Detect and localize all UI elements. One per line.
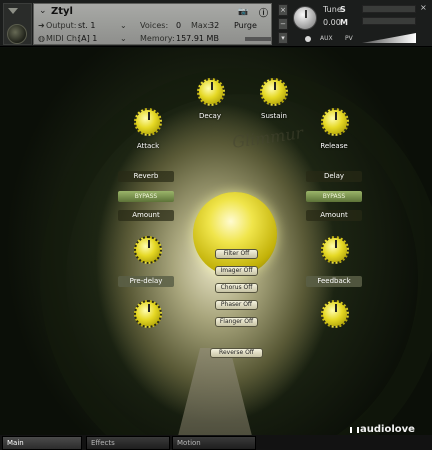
delay-title: Delay: [306, 171, 362, 182]
output-dropdown-icon[interactable]: ⌄: [120, 21, 127, 30]
close-icon[interactable]: ×: [420, 3, 427, 12]
reverb-amount-knob[interactable]: [134, 236, 162, 264]
release-knob[interactable]: [321, 108, 349, 136]
sustain-knob[interactable]: [260, 78, 288, 106]
memory-bar: [245, 37, 271, 41]
tune-label: Tune: [323, 5, 342, 14]
delay-amount-knob[interactable]: [321, 236, 349, 264]
chevron-down-icon[interactable]: ⌄: [39, 6, 47, 16]
memory-value: 157.91 MB: [176, 34, 219, 43]
midi-label: MIDI Ch:: [46, 34, 80, 43]
audiolove-watermark: audiolove: [350, 424, 415, 435]
attack-knob[interactable]: [134, 108, 162, 136]
voices-value: 0: [176, 21, 182, 30]
feedback-knob[interactable]: [321, 300, 349, 328]
forest-path-image: [178, 348, 252, 435]
watermark-text: audiolove: [360, 424, 415, 435]
minimize-button[interactable]: −: [278, 18, 288, 30]
info-icon[interactable]: ⓘ: [259, 6, 268, 19]
phaser-toggle-button[interactable]: Phaser Off: [215, 300, 258, 310]
delay-bypass-button[interactable]: BYPASS: [306, 191, 362, 202]
master-orb-knob[interactable]: [193, 192, 277, 276]
solo-mute-dot-icon[interactable]: [305, 36, 311, 42]
pan-slider[interactable]: [362, 17, 416, 25]
flanger-toggle-button[interactable]: Flanger Off: [215, 317, 258, 327]
filter-toggle-button[interactable]: Filter Off: [215, 249, 258, 259]
close-x-button[interactable]: ×: [278, 4, 288, 16]
reverb-title: Reverb: [118, 171, 174, 182]
reverse-toggle-button[interactable]: Reverse Off: [210, 348, 263, 358]
instrument-info-panel: ⌄ Ztyl 📷 ⓘ ➜ Output: st. 1 ⌄ Voices: 0 M…: [33, 3, 272, 45]
instrument-logo-icon: [7, 24, 27, 44]
output-icon: ➜: [38, 21, 45, 30]
decay-label: Decay: [199, 112, 221, 120]
tune-value: 0.00: [323, 18, 341, 27]
decay-knob[interactable]: [197, 78, 225, 106]
predelay-knob[interactable]: [134, 300, 162, 328]
instrument-header: ⌄ Ztyl 📷 ⓘ ➜ Output: st. 1 ⌄ Voices: 0 M…: [0, 0, 432, 47]
max-value[interactable]: 32: [209, 21, 219, 30]
tune-knob[interactable]: [293, 6, 317, 30]
reverb-amount-label: Amount: [118, 210, 174, 221]
instrument-icon-box[interactable]: [3, 3, 32, 45]
output-value[interactable]: st. 1: [78, 21, 95, 30]
output-label: Output:: [46, 21, 77, 30]
tab-main[interactable]: Main: [2, 436, 82, 450]
max-label: Max:: [191, 21, 211, 30]
midi-dropdown-icon[interactable]: ⌄: [120, 34, 127, 43]
emblem-logo: Glimmur: [231, 123, 305, 152]
page-tabs: Main Effects Motion: [0, 435, 432, 450]
pv-label[interactable]: PV: [345, 35, 353, 42]
tab-motion[interactable]: Motion: [172, 436, 256, 450]
release-label: Release: [320, 142, 348, 150]
memory-label: Memory:: [140, 34, 175, 43]
predelay-label: Pre-delay: [118, 276, 174, 287]
voices-label: Voices:: [140, 21, 169, 30]
snapshot-camera-icon[interactable]: 📷: [238, 7, 248, 16]
midi-value[interactable]: [A] 1: [78, 34, 97, 43]
mute-button[interactable]: M: [340, 18, 348, 27]
waveform-icon: [350, 427, 359, 433]
aux-button[interactable]: ▾: [278, 32, 288, 44]
aux-label[interactable]: AUX: [320, 35, 333, 42]
solo-button[interactable]: S: [340, 5, 346, 14]
delay-amount-label: Amount: [306, 210, 362, 221]
volume-slider[interactable]: [362, 5, 416, 13]
tab-effects[interactable]: Effects: [86, 436, 170, 450]
sustain-label: Sustain: [261, 112, 287, 120]
chorus-toggle-button[interactable]: Chorus Off: [215, 283, 258, 293]
midi-icon: ◍: [38, 34, 45, 43]
instrument-main-panel: Glimmur Decay Sustain Attack Release Rev…: [0, 48, 432, 435]
attack-label: Attack: [136, 142, 160, 150]
imager-toggle-button[interactable]: Imager Off: [215, 266, 258, 276]
collapse-triangle-icon[interactable]: [8, 8, 18, 14]
feedback-label: Feedback: [306, 276, 362, 287]
side-buttons: × − ▾: [278, 4, 288, 44]
instrument-title[interactable]: Ztyl: [51, 6, 73, 17]
purge-button[interactable]: Purge: [234, 21, 257, 30]
reverb-bypass-button[interactable]: BYPASS: [118, 191, 174, 202]
